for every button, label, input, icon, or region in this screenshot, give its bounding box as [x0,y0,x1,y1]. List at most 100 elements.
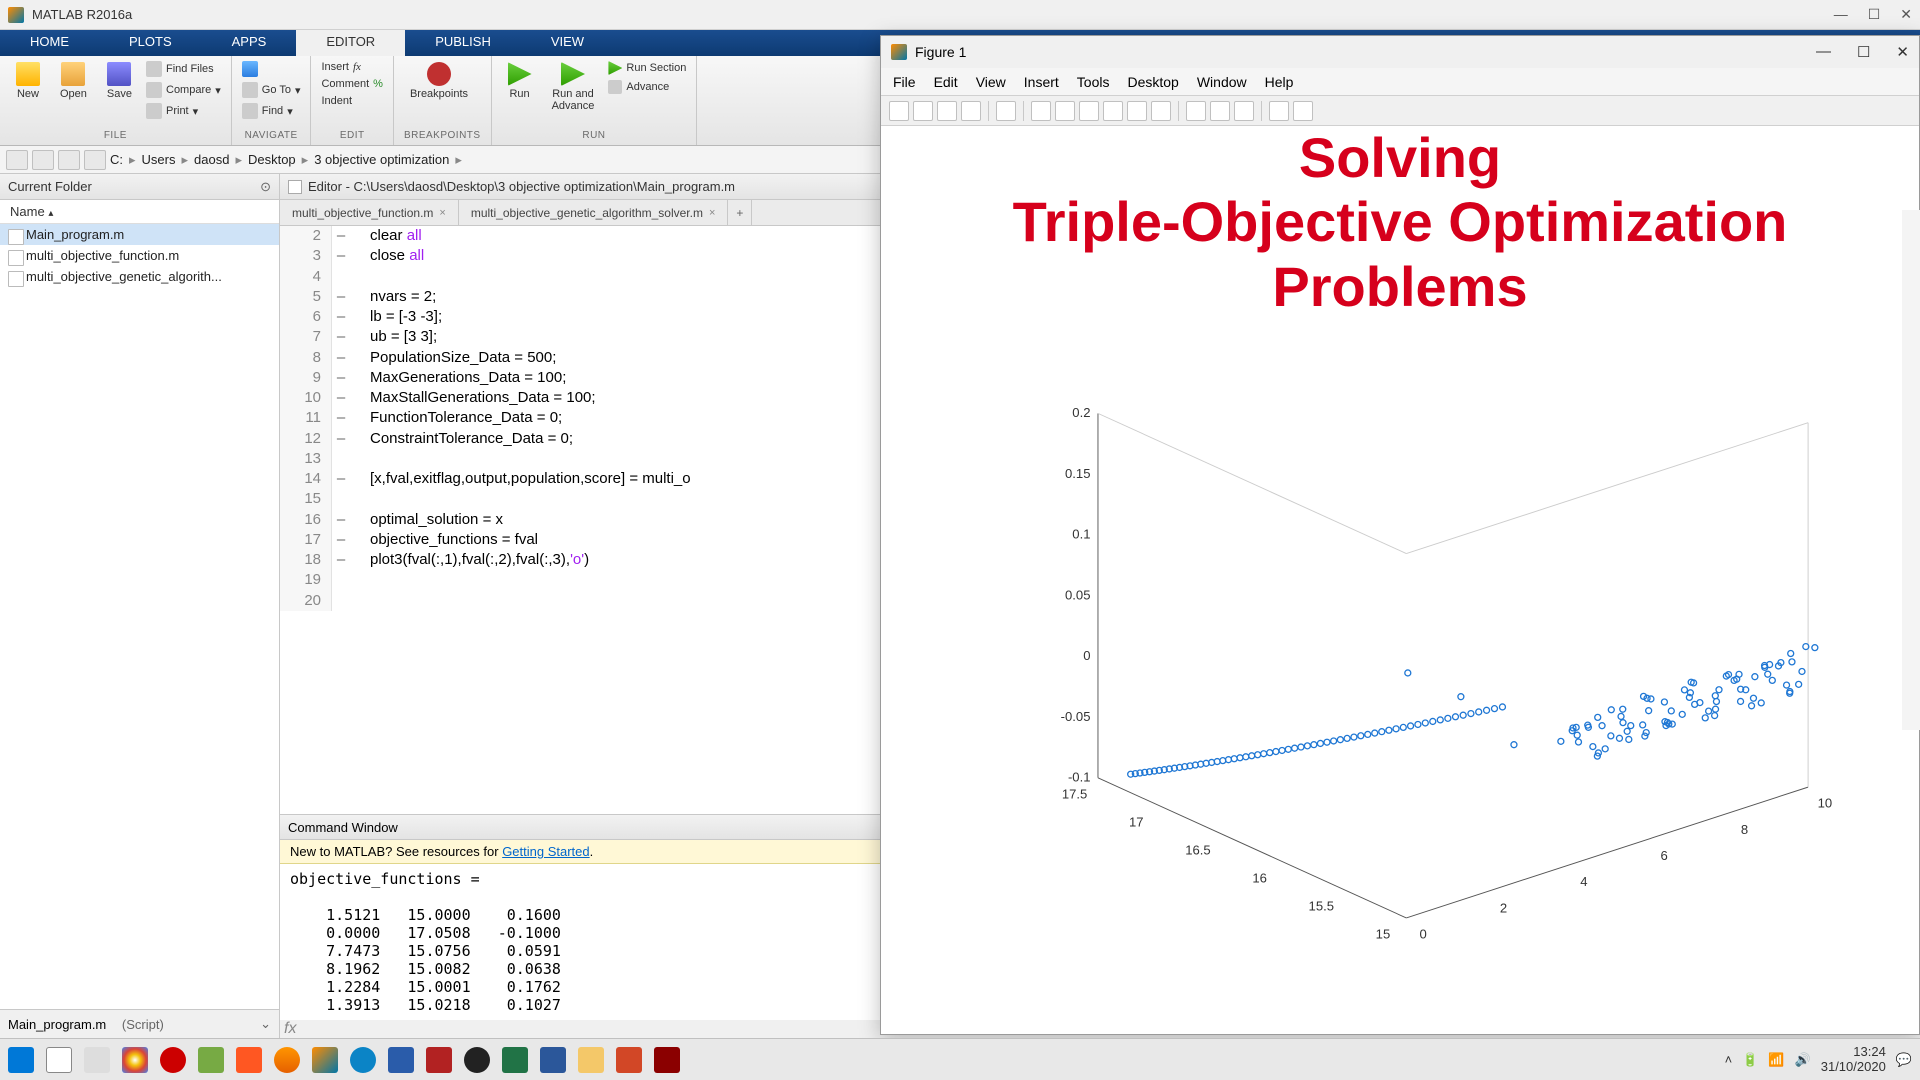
menu-desktop[interactable]: Desktop [1127,74,1178,90]
app3-icon[interactable] [654,1047,680,1073]
autocad-icon[interactable] [426,1047,452,1073]
breakpoints-button[interactable]: Breakpoints [404,60,474,102]
menu-tools[interactable]: Tools [1077,74,1110,90]
file-item[interactable]: Main_program.m [0,224,279,245]
run-advance-button[interactable]: Run and Advance [546,60,601,114]
breadcrumb-part[interactable]: 3 objective optimization [314,152,449,167]
indent-button[interactable]: Indent [321,94,382,108]
app2-icon[interactable] [388,1047,414,1073]
search-icon[interactable] [46,1047,72,1073]
close-tab-icon[interactable]: × [709,207,715,219]
record-icon[interactable] [160,1047,186,1073]
menu-file[interactable]: File [893,74,916,90]
new-tab-button[interactable]: + [728,200,752,225]
open-icon[interactable] [913,101,933,121]
run-section-button[interactable]: Run Section [608,60,686,76]
battery-icon[interactable]: 🔋 [1742,1052,1758,1068]
close-icon[interactable]: ✕ [1900,6,1912,23]
ribbon-tab-editor[interactable]: EDITOR [296,30,405,56]
ribbon-tab-publish[interactable]: PUBLISH [405,30,521,56]
ribbon-tab-plots[interactable]: PLOTS [99,30,202,56]
close-tab-icon[interactable]: × [439,207,445,219]
obs-icon[interactable] [464,1047,490,1073]
close-icon[interactable]: ✕ [1896,43,1909,61]
ribbon-tab-home[interactable]: HOME [0,30,99,56]
chrome-icon[interactable] [122,1047,148,1073]
editor-tab[interactable]: multi_objective_genetic_algorithm_solver… [459,200,729,225]
comment-button[interactable]: Comment % [321,77,382,91]
pan-icon[interactable] [1079,101,1099,121]
media-icon[interactable] [350,1047,376,1073]
excel-icon[interactable] [502,1047,528,1073]
zoom-out-icon[interactable] [1055,101,1075,121]
link-icon[interactable] [1186,101,1206,121]
rotate-3d-icon[interactable] [1103,101,1123,121]
breadcrumb-part[interactable]: C: [110,152,123,167]
pane-collapse-icon[interactable]: ⊙ [260,179,271,195]
ribbon-tab-view[interactable]: VIEW [521,30,614,56]
figure-canvas[interactable]: SolvingTriple-Objective OptimizationProb… [881,126,1919,1034]
menu-edit[interactable]: Edit [934,74,958,90]
back-nav-icon[interactable] [6,150,28,170]
colorbar-icon[interactable] [1210,101,1230,121]
file-item[interactable]: multi_objective_function.m [0,245,279,266]
goto-button[interactable]: Go To ▾ [242,81,301,99]
advance-button[interactable]: Advance [608,79,686,95]
app-icon[interactable] [198,1047,224,1073]
brave-icon[interactable] [236,1047,262,1073]
zoom-in-icon[interactable] [1031,101,1051,121]
word-icon[interactable] [540,1047,566,1073]
find-button[interactable]: Find ▾ [242,102,301,120]
print-button[interactable]: Print ▾ [146,102,221,120]
up-nav-icon[interactable] [58,150,80,170]
hide-plot-tools-icon[interactable] [1269,101,1289,121]
matlab-task-icon[interactable] [312,1047,338,1073]
tray-chevron-icon[interactable]: ˄ [1725,1052,1733,1067]
getting-started-link[interactable]: Getting Started [502,844,589,859]
menu-window[interactable]: Window [1197,74,1247,90]
breadcrumb-part[interactable]: Desktop [248,152,296,167]
sound-icon[interactable]: 🔊 [1795,1052,1811,1068]
maximize-icon[interactable]: ☐ [1868,6,1881,23]
save-button[interactable]: Save [101,60,138,102]
ribbon-tab-apps[interactable]: APPS [202,30,297,56]
breadcrumb[interactable]: C:▸Users▸daosd▸Desktop▸3 objective optim… [110,152,462,168]
menu-help[interactable]: Help [1265,74,1294,90]
run-button[interactable]: Run [502,60,538,102]
name-column-header[interactable]: Name ▴ [0,200,279,224]
menu-view[interactable]: View [976,74,1006,90]
data-cursor-icon[interactable] [1127,101,1147,121]
legend-icon[interactable] [1234,101,1254,121]
new-button[interactable]: New [10,60,46,102]
breadcrumb-part[interactable]: Users [142,152,176,167]
clock[interactable]: 13:24 31/10/2020 [1821,1045,1886,1075]
menu-insert[interactable]: Insert [1024,74,1059,90]
breadcrumb-part[interactable]: daosd [194,152,229,167]
paint-icon[interactable] [578,1047,604,1073]
show-plot-tools-icon[interactable] [1293,101,1313,121]
minimize-icon[interactable]: — [1816,43,1831,61]
firefox-icon[interactable] [274,1047,300,1073]
new-figure-icon[interactable] [889,101,909,121]
minimize-icon[interactable]: — [1834,6,1848,23]
powerpoint-icon[interactable] [616,1047,642,1073]
wifi-icon[interactable]: 📶 [1768,1052,1784,1068]
start-icon[interactable] [8,1047,34,1073]
folder-nav-icon[interactable] [84,150,106,170]
pointer-icon[interactable] [996,101,1016,121]
file-item[interactable]: multi_objective_genetic_algorith... [0,266,279,287]
maximize-icon[interactable]: ☐ [1857,43,1870,61]
compare-button[interactable]: Compare ▾ [146,81,221,99]
open-button[interactable]: Open [54,60,93,102]
print-icon[interactable] [961,101,981,121]
fwd-nav-icon[interactable] [32,150,54,170]
chevron-down-icon[interactable]: ⌄ [260,1016,271,1032]
insert-button[interactable]: Insert fx [321,60,382,74]
editor-tab[interactable]: multi_objective_function.m× [280,200,459,225]
find-files-button[interactable]: Find Files [146,60,221,78]
brush-icon[interactable] [1151,101,1171,121]
notifications-icon[interactable]: 💬 [1896,1052,1912,1068]
task-view-icon[interactable] [84,1047,110,1073]
save-icon[interactable] [937,101,957,121]
back-button[interactable] [242,60,301,78]
